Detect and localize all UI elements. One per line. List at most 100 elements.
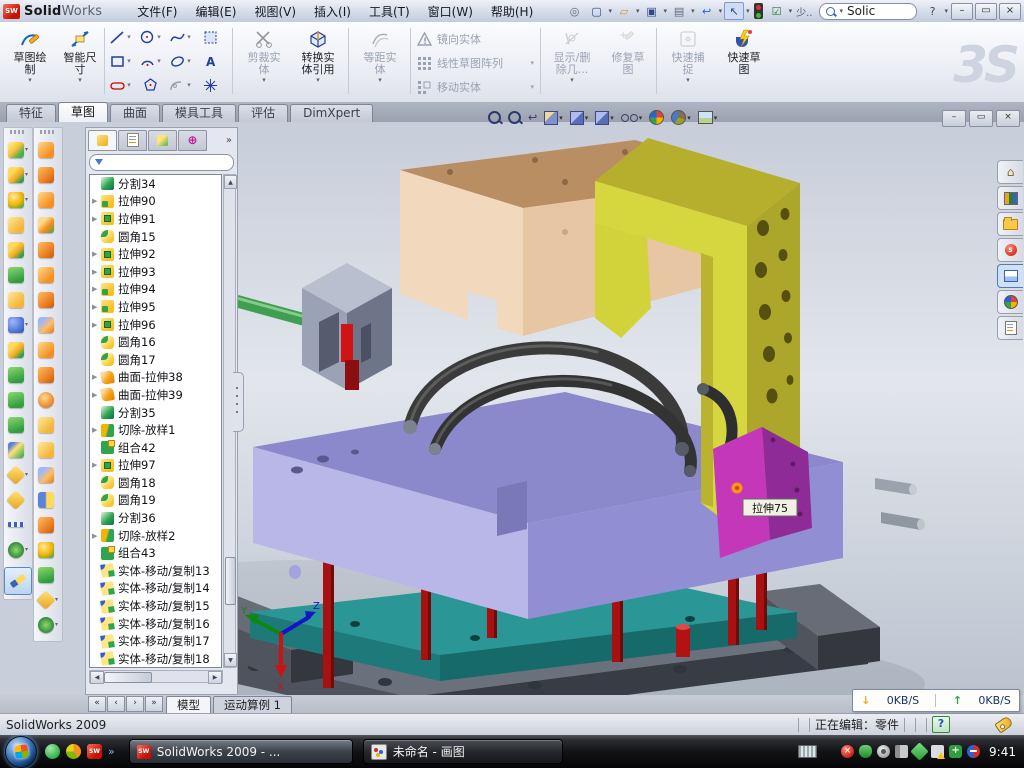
toolbar-button[interactable]: ▾ [35, 437, 61, 462]
menu-item[interactable]: 窗口(W) [419, 1, 482, 22]
quicklaunch-messenger-icon[interactable] [45, 744, 60, 759]
zoom-area-icon[interactable] [508, 111, 521, 124]
tree-row[interactable]: ▶ 实体-移动/复制16 [90, 615, 221, 633]
expand-arrow-icon[interactable]: ▶ [92, 285, 101, 293]
scroll-right-button[interactable]: ▶ [208, 671, 222, 684]
view-palette-button[interactable] [997, 264, 1023, 288]
expand-arrow-icon[interactable]: ▶ [92, 250, 101, 258]
resources-home-button[interactable]: ⌂ [997, 160, 1023, 184]
tree-row[interactable]: ▶ 拉伸93 [90, 263, 221, 281]
tree-row[interactable]: ▶ 实体-移动/复制15 [90, 597, 221, 615]
tree-row[interactable]: ▶ 拉伸92 [90, 245, 221, 263]
tray-icon[interactable] [931, 745, 944, 758]
tree-hscrollbar[interactable]: ◀ ▶ [89, 670, 223, 683]
tray-icon[interactable] [967, 745, 980, 758]
tray-icon[interactable] [910, 742, 928, 760]
polygon-tool[interactable] [138, 74, 162, 96]
quicklaunch-chevron[interactable]: » [108, 745, 115, 758]
toolbar-button[interactable]: ▾ [5, 212, 31, 237]
tree-row[interactable]: ▶ 分割36 [90, 509, 221, 527]
tag-icon[interactable] [994, 715, 1013, 733]
tree-row[interactable]: ▶ 实体-移动/复制14 [90, 580, 221, 598]
tree-row[interactable]: ▶ 拉伸91 [90, 210, 221, 228]
options-icon[interactable]: ☑ [767, 2, 787, 20]
tree-row[interactable]: ▶ 组合42 [90, 439, 221, 457]
menu-item[interactable]: 视图(V) [245, 1, 305, 22]
tree-filter-input[interactable] [89, 154, 234, 171]
search-box[interactable]: ▾ Solic [819, 3, 917, 20]
toolbar-overflow[interactable]: 少.. [796, 4, 812, 19]
spline-tool[interactable]: ▾ [168, 26, 192, 48]
toolbar-button[interactable]: ▾ [5, 512, 31, 537]
tree-row[interactable]: ▶ 切除-放样1 [90, 421, 221, 439]
quicklaunch-app-icon[interactable] [66, 744, 81, 759]
rapid-sketch-button[interactable]: 快速草 图 [716, 26, 772, 98]
design-library-button[interactable] [997, 186, 1023, 210]
tray-icon[interactable] [949, 745, 962, 758]
tree-row[interactable]: ▶ 圆角19 [90, 492, 221, 510]
rectangle-tool[interactable]: ▾ [108, 50, 132, 72]
toolbar-button[interactable]: ▾ [35, 387, 61, 412]
appearances-button[interactable] [997, 290, 1023, 314]
panel-splitter-handle[interactable] [233, 372, 244, 432]
tab-surfaces[interactable]: 曲面 [110, 104, 160, 122]
panel-chevron[interactable]: » [226, 135, 235, 146]
arc-tool[interactable]: ▾ [138, 50, 162, 72]
expand-arrow-icon[interactable]: ▶ [92, 197, 101, 205]
toolbar-button[interactable]: ▾ [35, 312, 61, 337]
toolbar-button[interactable]: ▾ [35, 362, 61, 387]
scroll-up-button[interactable]: ▲ [224, 175, 237, 189]
previous-view-icon[interactable]: ↩ [528, 113, 537, 123]
tray-icon[interactable] [859, 745, 872, 758]
toolbar-button[interactable]: ▾ [35, 287, 61, 312]
part-red-stub[interactable] [676, 627, 690, 657]
nav-last-button[interactable]: » [145, 696, 163, 712]
toolbar-button[interactable]: ▾ [35, 587, 61, 612]
doc-restore-button[interactable]: ▭ [969, 110, 993, 127]
toolbar-button[interactable]: ▾ [35, 412, 61, 437]
menu-item[interactable]: 工具(T) [360, 1, 419, 22]
expand-arrow-icon[interactable]: ▶ [92, 532, 101, 540]
toolbar-button[interactable]: ▾ [5, 437, 31, 462]
graphics-viewport[interactable]: Y Z X 拉伸75 [235, 122, 1024, 695]
search-caret[interactable]: ▾ [839, 7, 843, 15]
restore-button[interactable]: ▭ [975, 3, 997, 20]
tree-row[interactable]: ▶ 切除-放样2 [90, 527, 221, 545]
toolbar-button[interactable]: ▾ [5, 262, 31, 287]
save-caret[interactable]: ▾ [664, 7, 668, 15]
tree-row[interactable]: ▶ 实体-移动/复制13 [90, 562, 221, 580]
line-tool[interactable]: ▾ [108, 26, 132, 48]
tree-row[interactable]: ▶ 拉伸96 [90, 316, 221, 334]
property-manager-tab[interactable] [118, 130, 147, 151]
tree-row[interactable]: ▶ 实体-移动/复制17 [90, 632, 221, 650]
tray-icon[interactable] [841, 745, 854, 758]
selection-box-tool[interactable] [198, 26, 222, 48]
view-settings-icon[interactable]: ▾ [698, 111, 718, 124]
save-icon[interactable]: ▣ [642, 2, 662, 20]
apply-scene-icon[interactable]: ▾ [671, 110, 691, 125]
rebuild-traffic-light-icon[interactable] [754, 3, 763, 19]
toolbar-button[interactable]: ▾ [5, 287, 31, 312]
toolbar-button[interactable]: ▾ [5, 412, 31, 437]
new-document-icon[interactable]: ▢ [587, 2, 607, 20]
menu-item[interactable]: 文件(F) [128, 1, 186, 22]
open-caret[interactable]: ▾ [636, 7, 640, 15]
sketch-caret[interactable]: ▾ [2, 76, 58, 84]
hide-show-items-icon[interactable]: ▾ [621, 114, 643, 122]
toolbar-grip[interactable] [10, 130, 26, 134]
toolbar-button[interactable]: ▾ [35, 562, 61, 587]
select-arrow-icon[interactable]: ↖ [724, 2, 744, 20]
task-solidworks[interactable]: SW SolidWorks 2009 - ... [129, 739, 353, 764]
model-tab[interactable]: 模型 [166, 696, 211, 713]
toolbar-grip[interactable] [40, 130, 56, 134]
menu-item[interactable]: 编辑(E) [187, 1, 246, 22]
close-button[interactable]: × [999, 3, 1021, 20]
toolbar-button[interactable]: ▾ [5, 537, 31, 562]
expand-arrow-icon[interactable]: ▶ [92, 268, 101, 276]
tree-row[interactable]: ▶ 曲面-拉伸39 [90, 386, 221, 404]
smart-dimension-button[interactable]: 智能尺 寸▾ [52, 26, 108, 98]
toolbar-button[interactable]: ▾ [5, 462, 31, 487]
toolbar-button[interactable]: ▾ [5, 237, 31, 262]
minimize-button[interactable]: – [951, 3, 973, 20]
doc-minimize-button[interactable]: – [942, 110, 966, 127]
